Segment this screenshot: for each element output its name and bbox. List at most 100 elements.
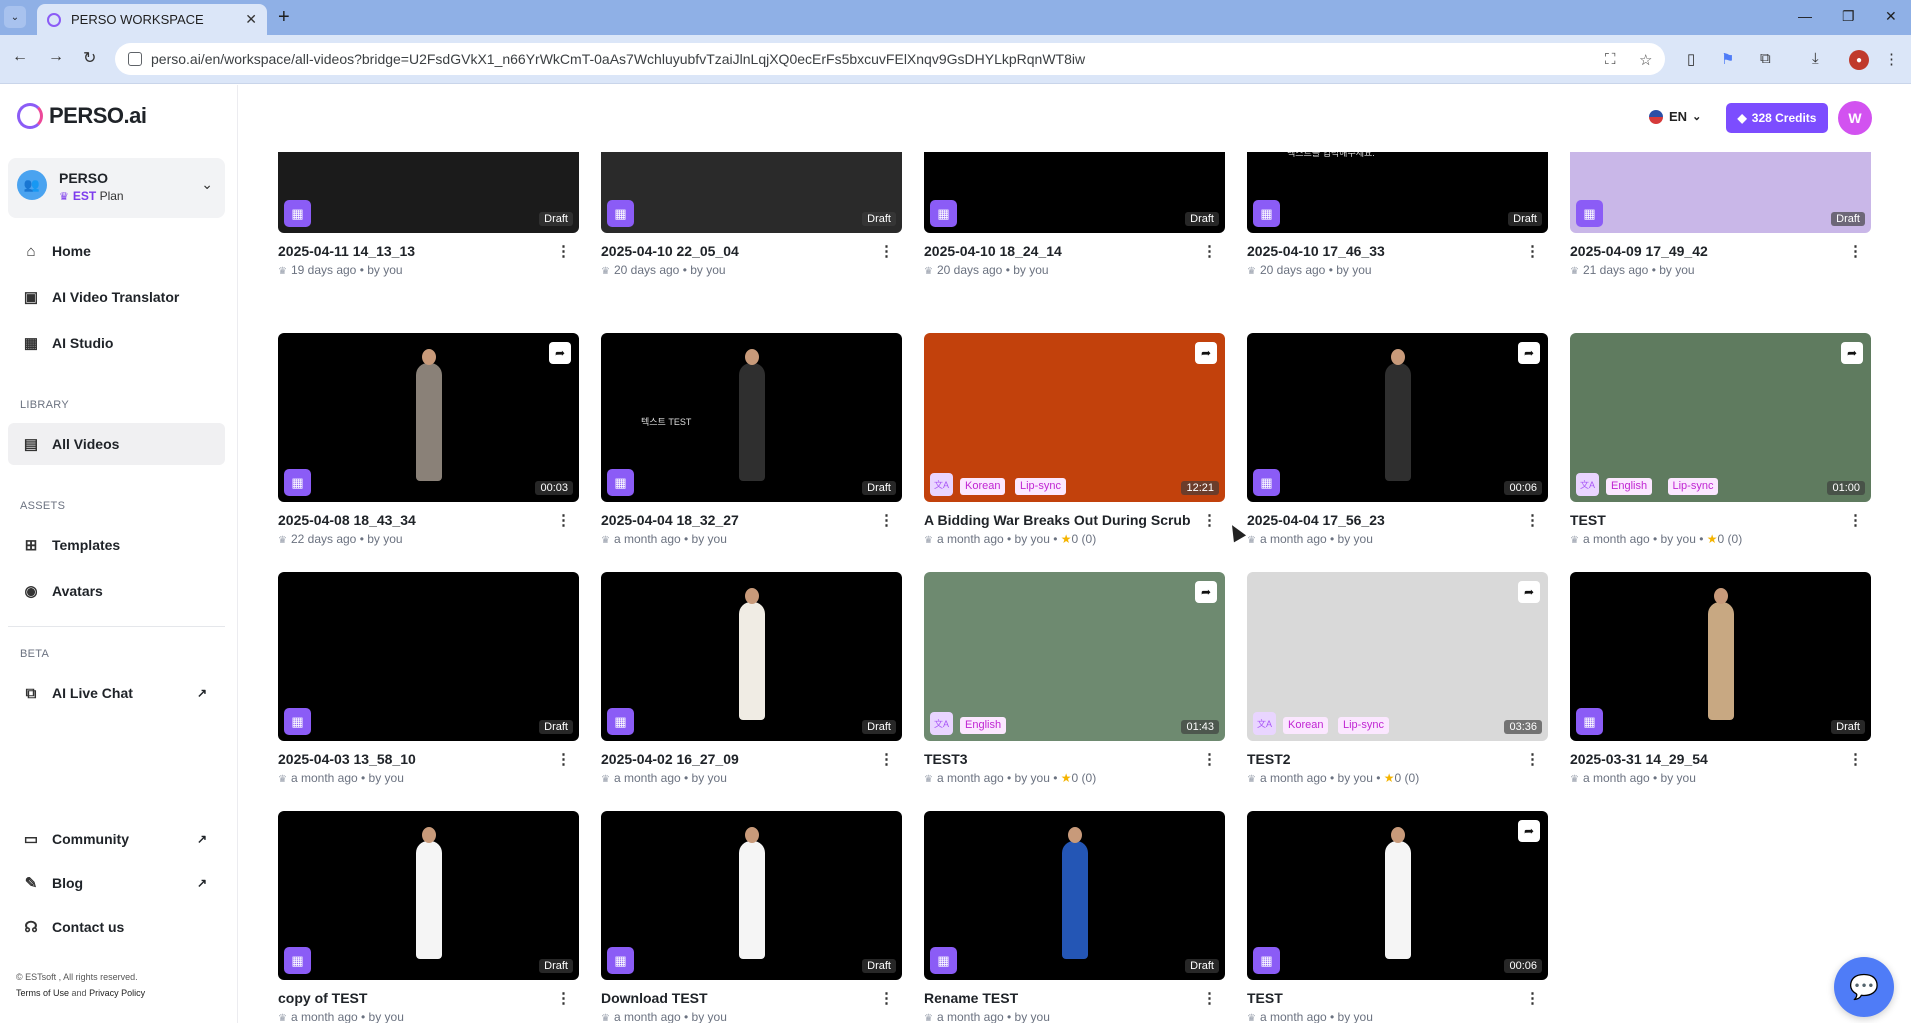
more-vertical-icon[interactable]: ⋮ xyxy=(1202,750,1217,768)
forward-icon[interactable]: → xyxy=(48,48,64,66)
video-thumbnail[interactable]: 텍스트 TEST ▦ Draft xyxy=(601,333,902,502)
video-thumbnail[interactable]: ▦ Draft xyxy=(601,152,902,233)
video-card[interactable]: ➦ ▦ 00:06 2025-04-04 17_56_23 ⋮ ♛ a month ago … xyxy=(1247,333,1548,546)
video-card[interactable]: ➦ ▦ 00:06 TEST ⋮ ♛ a month ago • by you xyxy=(1247,811,1548,1023)
site-info-icon[interactable] xyxy=(128,52,142,66)
video-title[interactable]: 2025-04-10 18_24_14 xyxy=(924,243,1194,259)
close-icon[interactable]: ✕ xyxy=(245,11,257,28)
puzzle-icon[interactable]: ⧉ xyxy=(1760,50,1771,67)
video-title[interactable]: 2025-04-10 17_46_33 xyxy=(1247,243,1517,259)
video-title[interactable]: 2025-04-03 13_58_10 xyxy=(278,751,548,767)
logo[interactable]: PERSO.ai xyxy=(17,103,147,129)
credits-button[interactable]: ◆ 328 Credits xyxy=(1726,103,1828,133)
translate-icon[interactable]: ⛶ xyxy=(1605,51,1616,68)
video-card[interactable]: ▦ Draft Rename TEST ⋮ ♛ a month ago • by you xyxy=(924,811,1225,1023)
share-icon[interactable]: ➦ xyxy=(1841,342,1863,364)
more-vertical-icon[interactable]: ⋮ xyxy=(556,989,571,1007)
video-thumbnail[interactable]: ▦ Draft xyxy=(278,811,579,980)
nav-community[interactable]: ▭ Community ↗ xyxy=(8,818,225,860)
video-card[interactable]: ▦ Draft 2025-04-11 14_13_13 ⋮ ♛ 19 days ago •… xyxy=(278,152,579,277)
video-thumbnail[interactable]: ▦ Draft xyxy=(924,811,1225,980)
more-vertical-icon[interactable]: ⋮ xyxy=(1525,511,1540,529)
more-vertical-icon[interactable]: ⋮ xyxy=(879,242,894,260)
video-card[interactable]: ▦ Draft Download TEST ⋮ ♛ a month ago • by yo… xyxy=(601,811,902,1023)
video-title[interactable]: 2025-04-10 22_05_04 xyxy=(601,243,871,259)
video-title[interactable]: 2025-03-31 14_29_54 xyxy=(1570,751,1840,767)
video-title[interactable]: 2025-04-08 18_43_34 xyxy=(278,512,548,528)
more-vertical-icon[interactable]: ⋮ xyxy=(1202,511,1217,529)
share-icon[interactable]: ➦ xyxy=(1518,342,1540,364)
video-title[interactable]: Rename TEST xyxy=(924,990,1194,1006)
back-icon[interactable]: ← xyxy=(12,48,28,66)
video-title[interactable]: TEST xyxy=(1247,990,1517,1006)
share-icon[interactable]: ➦ xyxy=(1518,820,1540,842)
video-title[interactable]: 2025-04-09 17_49_42 xyxy=(1570,243,1840,259)
video-thumbnail[interactable]: ➦ 文A Korean Lip-sync 03:36 xyxy=(1247,572,1548,741)
video-card[interactable]: ▦ Draft 2025-03-31 14_29_54 ⋮ ♛ a month ago •… xyxy=(1570,572,1871,785)
video-card[interactable]: ➦ ▦ 00:03 2025-04-08 18_43_34 ⋮ ♛ 22 days ago … xyxy=(278,333,579,546)
terms-link[interactable]: Terms of Use xyxy=(16,988,69,998)
language-selector[interactable]: EN ⌄ xyxy=(1649,109,1701,124)
share-icon[interactable]: ➦ xyxy=(549,342,571,364)
nav-all-videos[interactable]: ▤ All Videos xyxy=(8,423,225,465)
privacy-link[interactable]: Privacy Policy xyxy=(89,988,145,998)
restore-icon[interactable]: ❐ xyxy=(1842,8,1855,25)
window-close-icon[interactable]: ✕ xyxy=(1885,8,1897,25)
nav-templates[interactable]: ⊞ Templates xyxy=(8,524,225,566)
video-card[interactable]: ▦ Draft 2025-04-10 22_05_04 ⋮ ♛ 20 days ago •… xyxy=(601,152,902,277)
video-card[interactable]: 텍스트를 입력해주세요. ▦ Draft 2025-04-10 17_46_33 ⋮ ♛ 2… xyxy=(1247,152,1548,277)
more-vertical-icon[interactable]: ⋮ xyxy=(1848,242,1863,260)
video-card[interactable]: ▦ Draft copy of TEST ⋮ ♛ a month ago • by you xyxy=(278,811,579,1023)
video-card[interactable]: ▦ Draft 2025-04-10 18_24_14 ⋮ ♛ 20 days ago •… xyxy=(924,152,1225,277)
extension-icon[interactable]: ⚑ xyxy=(1721,50,1734,68)
new-tab-button[interactable]: + xyxy=(278,6,290,29)
video-thumbnail[interactable]: ▦ Draft xyxy=(1570,152,1871,233)
video-title[interactable]: 2025-04-02 16_27_09 xyxy=(601,751,871,767)
nav-home[interactable]: ⌂ Home xyxy=(8,230,225,272)
video-card[interactable]: ➦ 文A English 01:43 TEST3 ⋮ ♛ a month ago • by y… xyxy=(924,572,1225,785)
address-bar[interactable]: perso.ai/en/workspace/all-videos?bridge=… xyxy=(115,43,1665,75)
nav-contact-us[interactable]: ☊ Contact us xyxy=(8,906,225,948)
more-vertical-icon[interactable]: ⋮ xyxy=(556,750,571,768)
video-thumbnail[interactable]: ➦ ▦ 00:03 xyxy=(278,333,579,502)
video-title[interactable]: 2025-04-04 17_56_23 xyxy=(1247,512,1517,528)
nav-ai-video-translator[interactable]: ▣ AI Video Translator xyxy=(8,276,225,318)
support-chat-button[interactable]: 💬 xyxy=(1834,957,1894,1017)
more-vertical-icon[interactable]: ⋮ xyxy=(556,511,571,529)
minimize-icon[interactable]: — xyxy=(1798,8,1812,24)
share-icon[interactable]: ➦ xyxy=(1195,342,1217,364)
video-title[interactable]: copy of TEST xyxy=(278,990,548,1006)
video-thumbnail[interactable]: ▦ Draft xyxy=(278,152,579,233)
video-thumbnail[interactable]: ➦ 文A English 01:43 xyxy=(924,572,1225,741)
nav-ai-studio[interactable]: ▦ AI Studio xyxy=(8,322,225,364)
browser-tab[interactable]: PERSO WORKSPACE ✕ xyxy=(37,4,267,35)
video-card[interactable]: 텍스트 TEST ▦ Draft 2025-04-04 18_32_27 ⋮ ♛ a mon… xyxy=(601,333,902,546)
video-thumbnail[interactable]: 텍스트를 입력해주세요. ▦ Draft xyxy=(1247,152,1548,233)
more-vertical-icon[interactable]: ⋮ xyxy=(1525,242,1540,260)
more-vertical-icon[interactable]: ⋮ xyxy=(879,750,894,768)
more-vertical-icon[interactable]: ⋮ xyxy=(1525,989,1540,1007)
video-card[interactable]: ▦ Draft 2025-04-09 17_49_42 ⋮ ♛ 21 days ago •… xyxy=(1570,152,1871,277)
more-vertical-icon[interactable]: ⋮ xyxy=(1202,242,1217,260)
video-card[interactable]: ➦ 文A Korean Lip-sync 03:36 TEST2 ⋮ ♛ a month ago… xyxy=(1247,572,1548,785)
video-title[interactable]: Download TEST xyxy=(601,990,871,1006)
star-icon[interactable]: ☆ xyxy=(1639,51,1652,69)
share-icon[interactable]: ➦ xyxy=(1518,581,1540,603)
more-vertical-icon[interactable]: ⋮ xyxy=(879,989,894,1007)
more-vertical-icon[interactable]: ⋮ xyxy=(1525,750,1540,768)
more-vertical-icon[interactable]: ⋮ xyxy=(1848,750,1863,768)
nav-ai-live-chat[interactable]: ⧉ AI Live Chat ↗ xyxy=(8,672,225,714)
more-vertical-icon[interactable]: ⋮ xyxy=(556,242,571,260)
sidepanel-icon[interactable]: ▯ xyxy=(1687,50,1695,68)
user-avatar[interactable]: W xyxy=(1838,101,1872,135)
video-title[interactable]: 2025-04-04 18_32_27 xyxy=(601,512,871,528)
workspace-selector[interactable]: 👥 PERSO ♛ EST Plan ⌄ xyxy=(8,158,225,218)
video-thumbnail[interactable]: ▦ Draft xyxy=(601,811,902,980)
more-vertical-icon[interactable]: ⋮ xyxy=(1848,511,1863,529)
more-vertical-icon[interactable]: ⋮ xyxy=(1202,989,1217,1007)
nav-avatars[interactable]: ◉ Avatars xyxy=(8,570,225,612)
video-card[interactable]: ➦ 文A Korean Lip-sync 12:21 A Bidding War Brea… xyxy=(924,333,1225,546)
video-thumbnail[interactable]: ➦ 文A Korean Lip-sync 12:21 xyxy=(924,333,1225,502)
video-title[interactable]: TEST3 xyxy=(924,751,1194,767)
video-title[interactable]: TEST2 xyxy=(1247,751,1517,767)
